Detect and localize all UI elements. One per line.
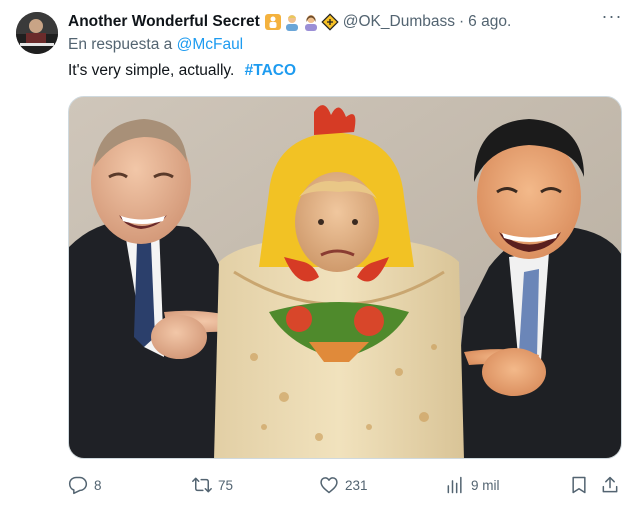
display-name[interactable]: Another Wonderful Secret xyxy=(68,13,260,31)
diamond-icon xyxy=(321,13,339,31)
tweet-image[interactable] xyxy=(68,96,622,459)
man-icon xyxy=(285,15,298,31)
repost-icon xyxy=(192,477,212,493)
repost-button[interactable]: 75 xyxy=(192,472,233,498)
views-count: 9 mil xyxy=(471,477,500,493)
reply-context: En respuesta a @McFaul xyxy=(68,36,243,54)
tweet[interactable]: Another Wonderful Secret @OK_Dumbass · 6… xyxy=(0,0,640,513)
tweet-actions: 8 75 231 9 mil xyxy=(68,472,624,498)
like-count: 231 xyxy=(345,477,368,493)
bookmark-button[interactable] xyxy=(569,472,589,498)
share-icon xyxy=(602,476,618,493)
woman-icon xyxy=(304,15,317,31)
author-handle[interactable]: @OK_Dumbass xyxy=(343,13,455,31)
more-options-icon[interactable]: ··· xyxy=(600,7,624,31)
tweet-header: Another Wonderful Secret @OK_Dumbass · 6… xyxy=(68,7,624,33)
hashtag-link[interactable]: #TACO xyxy=(245,62,296,79)
reply-count: 8 xyxy=(94,477,102,493)
tweet-timestamp[interactable]: 6 ago. xyxy=(468,13,511,31)
bookmark-icon xyxy=(572,476,586,494)
family-emoji-icon xyxy=(264,14,281,30)
share-button[interactable] xyxy=(600,472,620,498)
tweet-text: It's very simple, actually. #TACO xyxy=(68,62,296,80)
like-button[interactable]: 231 xyxy=(319,472,368,498)
tweet-body: It's very simple, actually. xyxy=(68,62,235,79)
views-button[interactable]: 9 mil xyxy=(445,472,500,498)
name-badges xyxy=(264,13,339,31)
views-icon xyxy=(447,476,462,494)
reply-icon xyxy=(68,476,88,495)
reply-button[interactable]: 8 xyxy=(68,472,102,498)
reply-prefix: En respuesta a xyxy=(68,36,173,53)
avatar[interactable] xyxy=(16,12,58,54)
separator-dot: · xyxy=(458,13,465,30)
reply-mention-link[interactable]: @McFaul xyxy=(177,36,244,53)
repost-count: 75 xyxy=(218,477,234,493)
heart-icon xyxy=(320,477,338,494)
